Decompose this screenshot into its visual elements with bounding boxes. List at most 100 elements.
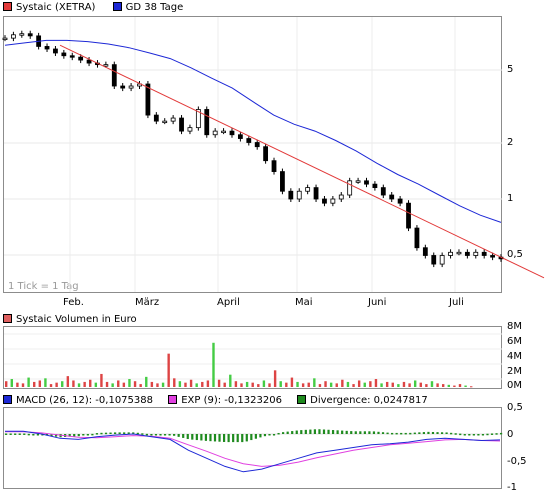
divergence-bar <box>163 434 167 436</box>
volume-bar <box>173 378 176 387</box>
divergence-bar <box>450 432 453 435</box>
volume-bar <box>100 373 103 387</box>
divergence-bar <box>118 432 121 434</box>
divergence-bar <box>427 431 430 434</box>
divergence-bar <box>263 434 267 437</box>
divergence-bar <box>336 430 339 434</box>
divergence-bar <box>73 434 76 437</box>
volume-bar <box>161 382 165 387</box>
volume-bar <box>223 382 226 387</box>
volume-bar <box>217 379 221 387</box>
divergence-bar <box>313 429 317 434</box>
volume-bar <box>268 383 271 387</box>
divergence-bar <box>250 434 253 441</box>
price-candle <box>322 198 327 204</box>
divergence-bar <box>113 432 117 434</box>
divergence-bar <box>9 433 12 435</box>
divergence-bar <box>268 434 271 436</box>
price-candle <box>380 187 386 196</box>
divergence-bar <box>232 434 235 443</box>
divergence-bar <box>481 433 485 436</box>
price-trendline <box>59 44 545 279</box>
volume-bar <box>369 381 372 387</box>
volume-bar <box>167 353 170 387</box>
divergence-bar <box>104 432 108 435</box>
price-candle <box>422 247 428 256</box>
price-candle <box>254 142 260 148</box>
divergence-bar <box>150 434 153 436</box>
price-candle <box>364 180 369 185</box>
volume-bar <box>346 381 350 387</box>
volume-bar <box>10 379 14 387</box>
divergence-bar <box>191 434 194 440</box>
volume-bar <box>178 381 182 387</box>
price-candle <box>448 251 453 256</box>
price-candle <box>347 180 353 196</box>
volume-bar <box>262 380 266 387</box>
volume-bar <box>273 370 277 387</box>
divergence-bar <box>141 433 144 435</box>
divergence-bar <box>227 434 230 443</box>
price-candle <box>338 194 344 200</box>
price-candle <box>2 37 8 41</box>
volume-bar <box>128 379 131 387</box>
divergence-bar <box>286 431 289 434</box>
divergence-bar <box>159 434 162 436</box>
divergence-bar <box>23 433 26 435</box>
price-candle <box>128 85 134 89</box>
divergence-bar <box>377 431 380 434</box>
volume-bar <box>72 380 75 387</box>
volume-bar <box>318 384 322 387</box>
divergence-bar <box>5 433 8 435</box>
divergence-bar <box>500 432 503 435</box>
volume-bar <box>156 383 159 387</box>
price-candle <box>280 171 285 192</box>
volume-bar <box>285 382 288 387</box>
divergence-bar <box>200 434 203 441</box>
divergence-bar <box>182 434 185 438</box>
divergence-bar <box>413 432 416 435</box>
volume-bar <box>470 386 473 388</box>
volume-bar <box>290 377 294 387</box>
divergence-bar <box>177 434 180 437</box>
divergence-bar <box>381 432 385 434</box>
price-candle <box>237 134 243 139</box>
divergence-bar <box>391 432 394 435</box>
volume-bar <box>201 381 204 387</box>
divergence-bar <box>386 432 389 435</box>
volume-bar <box>122 382 126 387</box>
volume-bar <box>425 384 428 387</box>
volume-bar <box>402 381 406 387</box>
divergence-bar <box>372 431 376 434</box>
divergence-bar <box>300 430 303 434</box>
divergence-bar <box>236 434 239 443</box>
price-candle <box>229 130 235 136</box>
volume-bar <box>419 382 422 387</box>
volume-bar <box>150 381 154 387</box>
volume-bar <box>33 381 36 387</box>
divergence-bar <box>168 434 171 436</box>
volume-bar <box>229 374 232 387</box>
price-candle <box>61 52 67 57</box>
divergence-bar <box>318 429 321 434</box>
price-candle <box>296 190 302 200</box>
price-candle <box>372 183 378 189</box>
volume-bar <box>397 384 400 387</box>
price-candle <box>313 187 319 200</box>
volume-bar <box>380 383 383 387</box>
divergence-bar <box>350 431 353 434</box>
divergence-bar <box>123 432 126 434</box>
divergence-bar <box>204 434 208 441</box>
volume-bar <box>105 381 109 387</box>
price-candle <box>53 48 58 54</box>
volume-bar <box>329 382 333 387</box>
divergence-bar <box>241 434 244 443</box>
price-candle <box>19 33 25 36</box>
divergence-bar <box>277 432 280 435</box>
divergence-bar <box>341 430 344 434</box>
divergence-bar <box>409 432 412 435</box>
volume-bar <box>21 383 25 387</box>
price-candle <box>44 46 50 50</box>
divergence-bar <box>295 430 298 434</box>
volume-bar <box>195 383 198 387</box>
